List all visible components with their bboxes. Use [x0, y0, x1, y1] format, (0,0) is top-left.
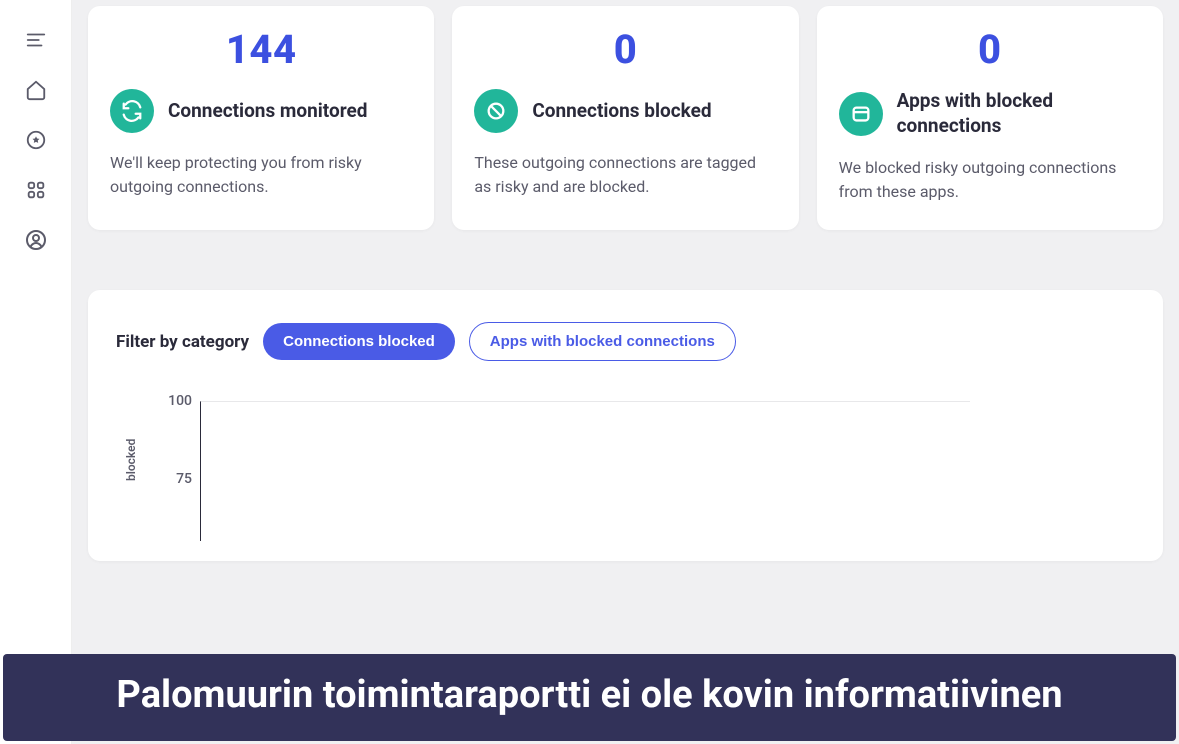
menu-icon[interactable]: [24, 28, 48, 52]
stat-card-apps: 0 Apps with blocked connections We block…: [817, 6, 1163, 230]
stat-number: 0: [474, 26, 776, 73]
stat-desc: We'll keep protecting you from risky out…: [110, 151, 412, 199]
stat-desc: These outgoing connections are tagged as…: [474, 151, 776, 199]
star-icon[interactable]: [24, 128, 48, 152]
filter-label: Filter by category: [116, 332, 249, 352]
stat-title: Connections blocked: [532, 99, 711, 124]
filter-pill-apps[interactable]: Apps with blocked connections: [469, 322, 736, 361]
stat-number: 0: [839, 26, 1141, 73]
stat-title: Apps with blocked connections: [897, 89, 1141, 138]
stat-card-monitored: 144 Connections monitored We'll keep pro…: [88, 6, 434, 230]
block-icon: [474, 89, 518, 133]
chart-svg: [200, 401, 1070, 541]
filter-pill-blocked[interactable]: Connections blocked: [263, 323, 455, 360]
home-icon[interactable]: [24, 78, 48, 102]
main-content: 144 Connections monitored We'll keep pro…: [72, 0, 1179, 744]
y-tick: 75: [162, 471, 192, 487]
stat-desc: We blocked risky outgoing connections fr…: [839, 156, 1141, 204]
caption-banner: Palomuurin toimintaraportti ei ole kovin…: [3, 654, 1176, 741]
refresh-icon: [110, 89, 154, 133]
stat-number: 144: [110, 26, 412, 73]
stat-title: Connections monitored: [168, 99, 367, 124]
y-tick: 100: [162, 393, 192, 409]
sidebar: [0, 0, 72, 744]
apps-icon[interactable]: [24, 178, 48, 202]
y-axis-title: blocked: [124, 439, 138, 481]
chart-panel: Filter by category Connections blocked A…: [88, 290, 1163, 561]
stat-card-blocked: 0 Connections blocked These outgoing con…: [452, 6, 798, 230]
profile-icon[interactable]: [24, 228, 48, 252]
chart-area: blocked 100 75: [142, 401, 1135, 551]
filter-row: Filter by category Connections blocked A…: [116, 322, 1135, 361]
window-icon: [839, 92, 883, 136]
stats-row: 144 Connections monitored We'll keep pro…: [88, 6, 1163, 230]
